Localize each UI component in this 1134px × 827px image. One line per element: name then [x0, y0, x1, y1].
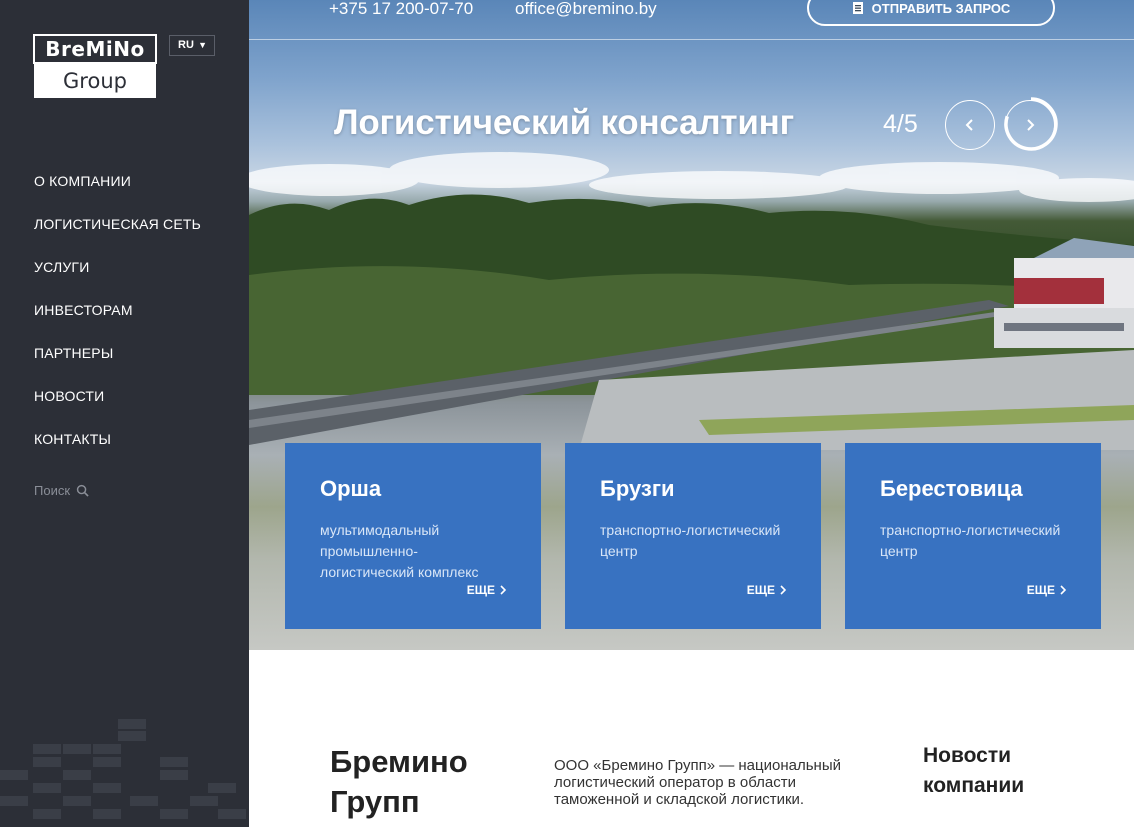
send-request-button[interactable]: Отправить запрос — [807, 0, 1055, 26]
sidebar: BreMiNo Group RU ▼ О компании Логистичес… — [0, 0, 249, 827]
chevron-left-icon — [965, 119, 973, 131]
slide-title: Логистический консалтинг — [334, 103, 794, 142]
location-card-orsha[interactable]: Орша мультимодальный промышленно-логисти… — [285, 443, 541, 629]
chevron-right-icon — [1060, 585, 1067, 595]
document-icon — [852, 2, 863, 14]
card-title: Орша — [320, 476, 382, 501]
chevron-right-icon — [500, 585, 507, 595]
logo-line-2: Group — [34, 64, 156, 98]
card-title: Брузги — [600, 476, 675, 501]
nav-item-partners[interactable]: Партнеры — [34, 345, 201, 388]
card-more-label: ЕЩЕ — [746, 583, 775, 597]
chevron-right-icon — [780, 585, 787, 595]
slide-progress-arc — [1004, 97, 1058, 151]
card-more-label: ЕЩЕ — [1026, 583, 1055, 597]
search-label: Поиск — [34, 483, 71, 498]
card-description: транспортно-логистический центр — [600, 522, 781, 559]
card-title: Берестовица — [880, 476, 1023, 501]
nav-item-services[interactable]: Услуги — [34, 259, 201, 302]
company-logo[interactable]: BreMiNo Group — [33, 34, 157, 98]
slide-progress-ring — [1004, 97, 1058, 151]
news-title: Новости компании — [923, 744, 1025, 797]
card-more-label: ЕЩЕ — [466, 583, 495, 597]
prev-slide-button[interactable] — [945, 100, 995, 150]
email-link[interactable]: office@bremino.by — [515, 0, 657, 19]
about-title: Бремино Групп — [330, 744, 468, 819]
top-contact-bar: +375 17 200-07-70 office@bremino.by Отпр… — [249, 0, 1134, 40]
logo-line-1: BreMiNo — [33, 34, 157, 64]
nav-item-contacts[interactable]: Контакты — [34, 431, 201, 474]
main-nav: О компании Логистическая сеть Услуги Инв… — [34, 173, 201, 474]
slide-counter: 4/5 — [883, 110, 918, 138]
location-card-berestovitsa[interactable]: Берестовица транспортно-логистический це… — [845, 443, 1101, 629]
decorative-squares — [0, 719, 246, 819]
about-text: ООО «Бремино Групп» — национальный логис… — [554, 757, 841, 808]
card-description: мультимодальный промышленно-логистически… — [320, 522, 479, 580]
search-icon — [76, 484, 89, 497]
nav-item-logistics-network[interactable]: Логистическая сеть — [34, 216, 201, 259]
hero-building — [994, 238, 1134, 348]
language-value: RU — [178, 39, 194, 51]
location-card-bruzgi[interactable]: Брузги транспортно-логистический центр Е… — [565, 443, 821, 629]
nav-item-news[interactable]: Новости — [34, 388, 201, 431]
card-more-link[interactable]: ЕЩЕ — [747, 583, 787, 597]
card-more-link[interactable]: ЕЩЕ — [467, 583, 507, 597]
card-more-link[interactable]: ЕЩЕ — [1027, 583, 1067, 597]
phone-link[interactable]: +375 17 200-07-70 — [329, 0, 473, 19]
caret-down-icon: ▼ — [198, 40, 207, 50]
nav-item-investors[interactable]: Инвесторам — [34, 302, 201, 345]
send-request-label: Отправить запрос — [871, 0, 1011, 16]
language-select[interactable]: RU ▼ — [169, 35, 215, 56]
search-link[interactable]: Поиск — [34, 483, 89, 498]
card-description: транспортно-логистический центр — [880, 522, 1061, 559]
nav-item-about[interactable]: О компании — [34, 173, 201, 216]
